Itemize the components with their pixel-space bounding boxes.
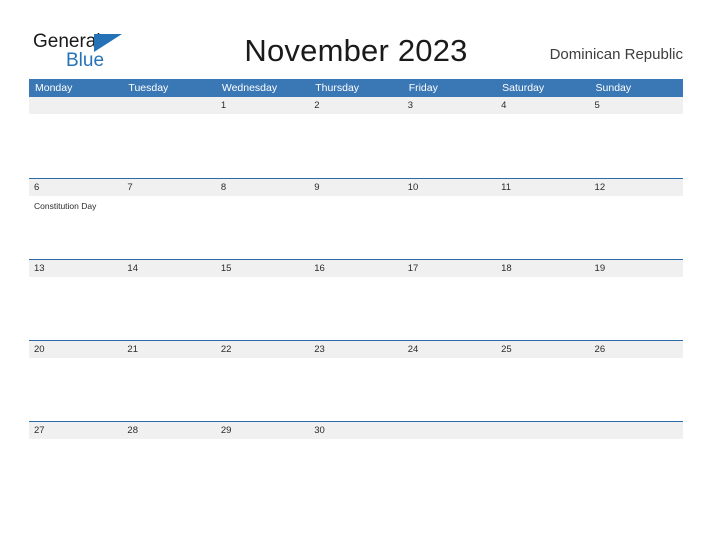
calendar-day-cell[interactable]: 14 (122, 260, 216, 340)
calendar-grid: Monday Tuesday Wednesday Thursday Friday… (29, 79, 683, 502)
calendar-day-cell-empty (402, 422, 497, 502)
calendar-day-cell[interactable]: 15 (215, 260, 310, 340)
day-number: 27 (29, 422, 123, 439)
calendar-week-row: 27 28 29 30 (29, 421, 683, 502)
day-number: 3 (402, 97, 497, 114)
weekday-header-monday: Monday (35, 82, 73, 94)
day-number: 21 (122, 341, 216, 358)
day-number: 13 (29, 260, 123, 277)
calendar-day-cell-empty (29, 97, 123, 178)
day-number (29, 97, 123, 114)
day-number: 22 (215, 341, 310, 358)
day-number: 10 (402, 179, 497, 196)
calendar-day-cell[interactable]: 29 (215, 422, 310, 502)
calendar-day-cell[interactable]: 28 (122, 422, 216, 502)
weekday-header-saturday: Saturday (502, 82, 545, 94)
calendar-day-cell[interactable]: 16 (309, 260, 403, 340)
calendar-day-cell[interactable]: 12 (589, 179, 683, 259)
calendar-day-cell[interactable]: 24 (402, 341, 497, 421)
day-number: 28 (122, 422, 216, 439)
day-number: 2 (309, 97, 403, 114)
calendar-day-cell[interactable]: 11 (496, 179, 590, 259)
day-number: 15 (215, 260, 310, 277)
calendar-day-cell[interactable]: 9 (309, 179, 403, 259)
day-number: 9 (309, 179, 403, 196)
weekday-header-thursday: Thursday (315, 82, 360, 94)
calendar-day-cell[interactable]: 4 (496, 97, 590, 178)
day-number: 23 (309, 341, 403, 358)
calendar-day-cell[interactable]: 30 (309, 422, 403, 502)
weekday-header-tuesday: Tuesday (128, 82, 169, 94)
day-number (122, 97, 216, 114)
day-number: 16 (309, 260, 403, 277)
calendar-week-row: 12345 (29, 97, 683, 178)
calendar-day-cell[interactable]: 23 (309, 341, 403, 421)
calendar-day-cell[interactable]: 7 (122, 179, 216, 259)
day-number: 14 (122, 260, 216, 277)
day-number (589, 422, 683, 439)
day-number: 17 (402, 260, 497, 277)
day-number (496, 422, 590, 439)
calendar-day-cell[interactable]: 18 (496, 260, 590, 340)
day-number: 8 (215, 179, 310, 196)
calendar-day-cell[interactable]: 25 (496, 341, 590, 421)
day-number: 6 (29, 179, 123, 196)
calendar-day-cell[interactable]: 19 (589, 260, 683, 340)
day-number: 12 (589, 179, 683, 196)
calendar-weeks: 1 2 3 4 5 6 Constitution Day 7 8 9 10 11 12 13 14 15 16 1… (29, 97, 683, 502)
calendar-day-cell[interactable]: 17 (402, 260, 497, 340)
day-number (402, 422, 497, 439)
day-number: 26 (589, 341, 683, 358)
calendar-week-row: 13 14 15 16 17 18 19 (29, 259, 683, 340)
calendar-day-cell[interactable]: 10 (402, 179, 497, 259)
calendar-day-cell[interactable]: 8 (215, 179, 310, 259)
country-label: Dominican Republic (549, 46, 683, 63)
calendar-day-cell[interactable]: 22 (215, 341, 310, 421)
calendar-day-cell[interactable]: 5 (589, 97, 683, 178)
calendar-day-cell[interactable]: 13 (29, 260, 123, 340)
calendar-day-cell[interactable]: 21 (122, 341, 216, 421)
weekday-header-row: Monday Tuesday Wednesday Thursday Friday… (29, 79, 683, 97)
day-number: 20 (29, 341, 123, 358)
weekday-header-wednesday: Wednesday (221, 82, 278, 94)
page-header: General Blue November 2023 Dominican Rep… (0, 0, 712, 78)
day-number: 25 (496, 341, 590, 358)
day-number: 29 (215, 422, 310, 439)
calendar-day-cell[interactable]: 20 (29, 341, 123, 421)
holiday-label: Constitution Day (34, 201, 97, 211)
day-events: Constitution Day (34, 196, 117, 212)
day-number: 4 (496, 97, 590, 114)
calendar-day-cell-empty (496, 422, 590, 502)
calendar-day-cell-empty (122, 97, 216, 178)
calendar-week-row: 20 21 22 23 24 25 26 (29, 340, 683, 421)
calendar-day-cell[interactable]: 1 (215, 97, 310, 178)
day-number: 11 (496, 179, 590, 196)
day-number: 7 (122, 179, 216, 196)
day-number: 5 (589, 97, 683, 114)
calendar-day-cell[interactable]: 6 Constitution Day (29, 179, 123, 259)
weekday-header-friday: Friday (408, 82, 438, 94)
weekday-header-sunday: Sunday (595, 82, 632, 94)
day-number: 1 (215, 97, 310, 114)
day-number: 30 (309, 422, 403, 439)
calendar-day-cell[interactable]: 26 (589, 341, 683, 421)
calendar-week-row: 6 Constitution Day 7 8 9 10 11 12 (29, 178, 683, 259)
calendar-day-cell[interactable]: 27 (29, 422, 123, 502)
day-number: 19 (589, 260, 683, 277)
day-number: 24 (402, 341, 497, 358)
day-number: 18 (496, 260, 590, 277)
calendar-day-cell[interactable]: 3 (402, 97, 497, 178)
calendar-day-cell-empty (589, 422, 683, 502)
calendar-day-cell[interactable]: 2 (309, 97, 403, 178)
calendar-page: General Blue November 2023 Dominican Rep… (0, 0, 712, 550)
